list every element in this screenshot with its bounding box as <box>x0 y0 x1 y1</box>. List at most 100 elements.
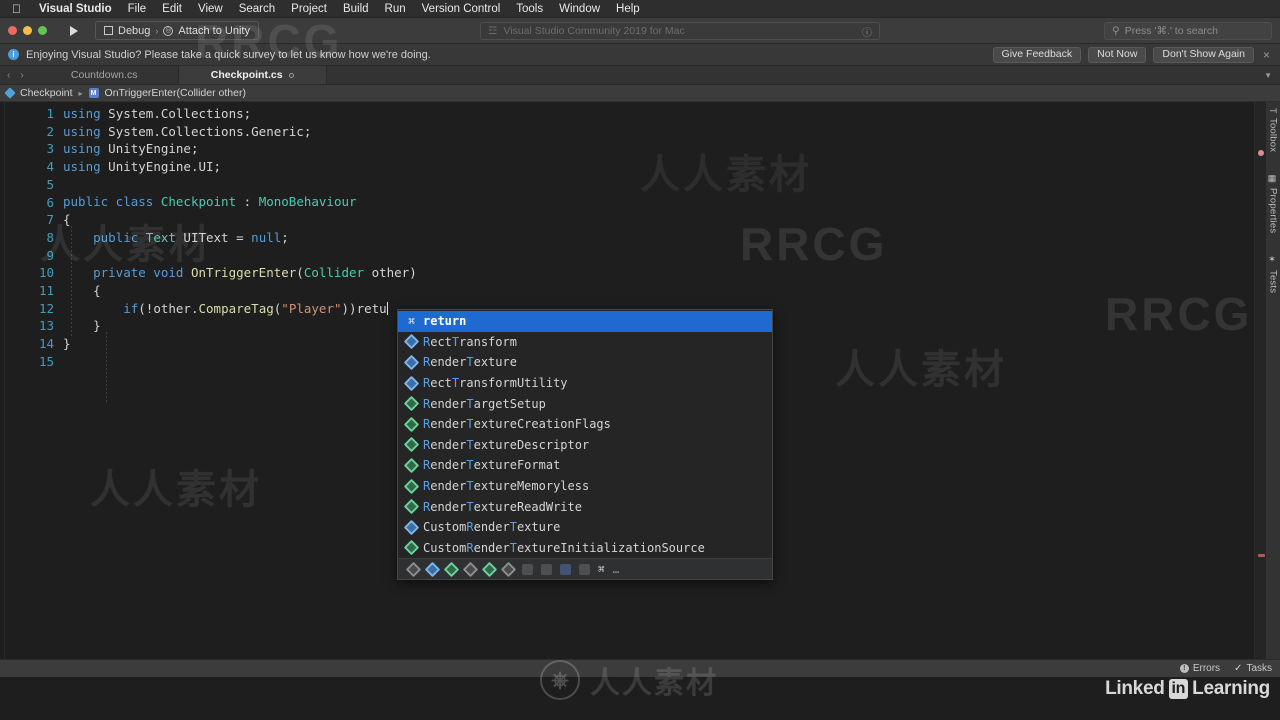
pad-properties[interactable]: ▦ Properties <box>1268 174 1279 234</box>
run-button[interactable] <box>61 21 87 41</box>
minimize-window-button[interactable] <box>23 26 32 35</box>
menu-item-view[interactable]: View <box>190 3 231 15</box>
tab-checkpoint-cs[interactable]: Checkpoint.cs <box>178 66 327 84</box>
autocomplete-list[interactable]: ⌘ return RectTransform RenderTexture RectTra… <box>398 310 772 558</box>
filter-struct-icon[interactable] <box>443 561 460 577</box>
learning-text: Learning <box>1192 678 1270 699</box>
autocomplete-item[interactable]: CustomRenderTexture <box>398 517 772 538</box>
menu-item-file[interactable]: File <box>120 3 155 15</box>
autocomplete-item[interactable]: RenderTextureFormat <box>398 455 772 476</box>
match-char: T <box>466 499 474 514</box>
editor-scrollbar[interactable] <box>1254 102 1266 659</box>
give-feedback-button[interactable]: Give Feedback <box>992 46 1082 63</box>
match-char: T <box>509 540 517 555</box>
tab-close-icon[interactable] <box>288 72 294 78</box>
autocomplete-item[interactable]: RenderTextureDescriptor <box>398 435 772 456</box>
autocomplete-item[interactable]: RenderTextureReadWrite <box>398 496 772 517</box>
tab-overflow-dropdown[interactable]: ▼ <box>1256 66 1280 84</box>
code-token: using <box>63 159 101 175</box>
struct-icon <box>403 478 420 494</box>
filter-all-icon[interactable] <box>405 561 422 577</box>
menu-item-edit[interactable]: Edit <box>154 3 190 15</box>
menu-item-help[interactable]: Help <box>608 3 648 15</box>
not-now-button[interactable]: Not Now <box>1088 46 1147 63</box>
code-line[interactable]: using System.Collections; <box>63 105 1254 123</box>
close-notification-icon[interactable]: × <box>1261 48 1272 62</box>
menu-item-window[interactable]: Window <box>551 3 608 15</box>
code-line[interactable]: using UnityEngine; <box>63 140 1254 158</box>
status-info-icon[interactable]: ⓘ <box>862 24 872 39</box>
code-line[interactable]: using System.Collections.Generic; <box>63 123 1254 141</box>
navigate-back-icon[interactable]: ‹ <box>7 70 10 81</box>
code-line[interactable]: using UnityEngine.UI; <box>63 158 1254 176</box>
filter-interface-icon[interactable] <box>462 561 479 577</box>
menu-item-search[interactable]: Search <box>231 3 283 15</box>
navigate-forward-icon[interactable]: › <box>12 70 23 81</box>
close-window-button[interactable] <box>8 26 17 35</box>
notification-message: Enjoying Visual Studio? Please take a qu… <box>26 48 431 61</box>
code-token: ; <box>281 229 289 245</box>
menu-item-version-control[interactable]: Version Control <box>414 3 509 15</box>
code-line[interactable]: public class Checkpoint : MonoBehaviour <box>63 193 1254 211</box>
menu-item-project[interactable]: Project <box>283 3 335 15</box>
menu-item-visual-studio[interactable]: Visual Studio <box>31 3 120 15</box>
command-key-icon: ⌘ <box>408 314 415 328</box>
menu-item-build[interactable]: Build <box>335 3 377 15</box>
autocomplete-item[interactable]: CustomRenderTextureInitializationSource <box>398 538 772 559</box>
properties-icon: ▦ <box>1268 173 1278 185</box>
menu-item-run[interactable]: Run <box>377 3 414 15</box>
breadcrumb-class[interactable]: Checkpoint <box>20 87 73 99</box>
autocomplete-item-label: RenderTexture <box>423 355 517 369</box>
code-token: UnityEngine; <box>100 141 199 157</box>
autocomplete-item[interactable]: ⌘ return <box>398 311 772 332</box>
code-line[interactable]: { <box>63 282 1254 300</box>
autocomplete-popup[interactable]: ⌘ return RectTransform RenderTexture RectTra… <box>397 309 773 581</box>
filter-enum-icon[interactable] <box>481 561 498 577</box>
command-key-icon: ⌘ <box>598 562 605 576</box>
global-search-box[interactable]: ⚲ Press '⌘.' to search <box>1104 22 1272 40</box>
label-text: ect <box>430 334 452 349</box>
pad-toolbox[interactable]: T Toolbox <box>1268 108 1279 152</box>
code-line[interactable]: private void OnTriggerEnter(Collider oth… <box>63 264 1254 282</box>
tasks-label: Tasks <box>1246 663 1272 674</box>
code-line[interactable]: public Text UIText = null; <box>63 229 1254 247</box>
enum-icon <box>403 416 420 433</box>
autocomplete-item[interactable]: RenderTexture <box>398 352 772 373</box>
code-token: UnityEngine.UI; <box>100 159 222 175</box>
more-filters-icon[interactable]: … <box>613 563 620 576</box>
info-icon: i <box>8 49 19 60</box>
pad-tests[interactable]: ✶ Tests <box>1268 255 1279 292</box>
autocomplete-item[interactable]: RenderTextureMemoryless <box>398 476 772 497</box>
apple-logo-icon[interactable]:  <box>6 3 31 15</box>
autocomplete-item[interactable]: RectTransformUtility <box>398 373 772 394</box>
filter-delegate-icon[interactable] <box>500 561 517 577</box>
autocomplete-item[interactable]: RectTransform <box>398 332 772 353</box>
filter-method-icon[interactable] <box>560 563 571 575</box>
menu-item-tools[interactable]: Tools <box>508 3 551 15</box>
autocomplete-item[interactable]: RenderTextureCreationFlags <box>398 414 772 435</box>
label-text: ender <box>430 479 467 494</box>
run-configuration-selector[interactable]: Debug › ◎ Attach to Unity <box>95 21 259 40</box>
tasks-status[interactable]: ✓ Tasks <box>1234 663 1272 674</box>
breadcrumb-member[interactable]: OnTriggerEnter(Collider other) <box>105 87 246 99</box>
filter-event-icon[interactable] <box>579 563 590 575</box>
code-line[interactable]: { <box>63 211 1254 229</box>
target-icon: ◎ <box>163 25 174 36</box>
errors-status[interactable]: ! Errors <box>1179 663 1220 674</box>
code-line[interactable] <box>63 176 1254 194</box>
document-tab-bar: ‹ › Countdown.cs Checkpoint.cs ▼ <box>0 66 1280 85</box>
filter-class-icon[interactable] <box>424 561 441 577</box>
filter-property-icon[interactable] <box>541 563 552 575</box>
code-token: Collider <box>303 265 365 281</box>
method-icon: M <box>88 88 99 98</box>
window-controls <box>8 26 47 35</box>
autocomplete-item[interactable]: RenderTargetSetup <box>398 393 772 414</box>
label-text: extureMemoryless <box>473 479 590 494</box>
maximize-window-button[interactable] <box>38 26 47 35</box>
tab-countdown-cs[interactable]: Countdown.cs <box>30 66 179 84</box>
line-number: 8 <box>46 229 54 245</box>
scrollbar-marker <box>1258 554 1265 557</box>
code-line[interactable] <box>63 247 1254 265</box>
dont-show-again-button[interactable]: Don't Show Again <box>1153 46 1254 63</box>
filter-field-icon[interactable] <box>522 563 533 575</box>
